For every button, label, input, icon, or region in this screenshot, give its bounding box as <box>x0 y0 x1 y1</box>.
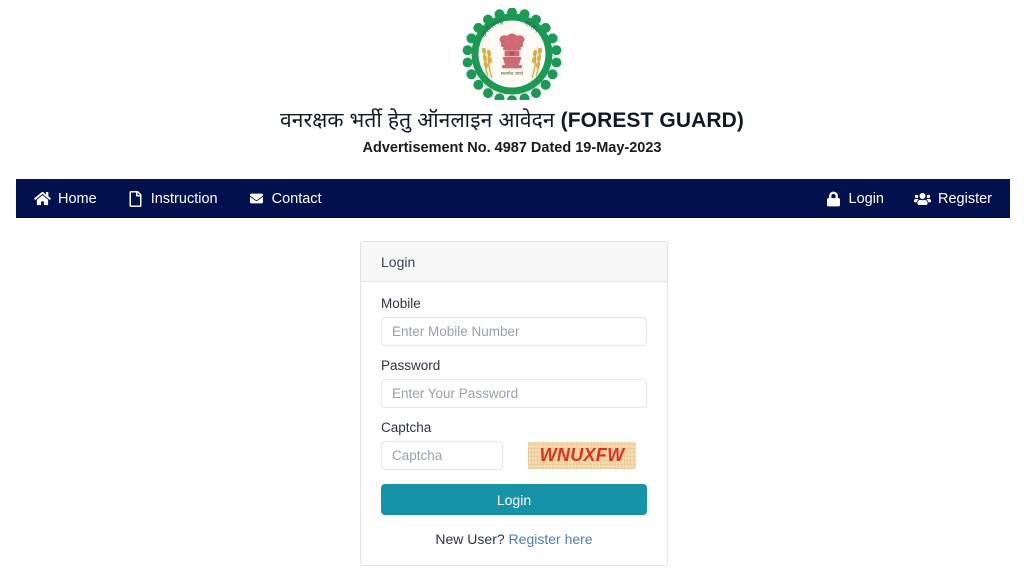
mobile-input[interactable] <box>381 317 647 346</box>
nav-item-home-label: Home <box>58 190 97 207</box>
mobile-field-group: Mobile <box>381 296 647 346</box>
nav-item-login[interactable]: Login <box>825 191 884 207</box>
nav-item-register[interactable]: Register <box>914 191 992 207</box>
nav-item-instruction[interactable]: Instruction <box>127 190 218 207</box>
advertisement-subtitle: Advertisement No. 4987 Dated 19-May-2023 <box>362 140 662 157</box>
nav-item-home[interactable]: Home <box>34 191 97 207</box>
page-header: छत्तीसगढ़ शासन सत्यमेव जयते वनरक्षक भर्त… <box>0 0 1024 156</box>
login-card-body: Mobile Password Captcha WNUXFW Login <box>361 282 667 565</box>
nav-item-login-label: Login <box>848 190 884 207</box>
navbar-left-group: Home Instruction Contact <box>34 190 352 207</box>
password-input[interactable] <box>381 379 647 408</box>
file-icon <box>127 190 144 207</box>
users-icon <box>914 191 931 207</box>
password-label: Password <box>381 358 441 373</box>
envelope-icon <box>248 191 265 207</box>
mobile-label: Mobile <box>381 296 421 311</box>
page-title-hindi: वनरक्षक भर्ती हेतु ऑनलाइन आवेदन <box>280 109 561 132</box>
captcha-field-group: Captcha WNUXFW <box>381 420 647 470</box>
login-card: Login Mobile Password Captcha WNUXFW <box>360 241 668 566</box>
lock-icon <box>825 191 842 207</box>
page-root: छत्तीसगढ़ शासन सत्यमेव जयते वनरक्षक भर्त… <box>0 0 1024 576</box>
navbar-right-group: Login Register <box>795 191 992 207</box>
captcha-image[interactable]: WNUXFW <box>528 442 636 469</box>
password-field-group: Password <box>381 358 647 408</box>
new-user-text: New User? <box>435 531 509 547</box>
login-submit-button[interactable]: Login <box>381 484 647 515</box>
captcha-label: Captcha <box>381 420 432 435</box>
nav-item-contact[interactable]: Contact <box>248 191 322 207</box>
captcha-image-text: WNUXFW <box>539 445 625 465</box>
nav-item-contact-label: Contact <box>271 190 322 207</box>
register-here-link[interactable]: Register here <box>509 531 593 547</box>
emblem-container: छत्तीसगढ़ शासन सत्यमेव जयते <box>452 6 572 102</box>
page-title-english: (FOREST GUARD) <box>560 109 744 132</box>
emblem-motto: सत्यमेव जयते <box>501 70 524 77</box>
new-user-prompt: New User? Register here <box>381 531 647 547</box>
main-navbar: Home Instruction Contact Login Register <box>16 179 1010 218</box>
captcha-input[interactable] <box>381 441 503 470</box>
nav-item-register-label: Register <box>938 190 992 207</box>
home-icon <box>34 191 51 207</box>
page-title: वनरक्षक भर्ती हेतु ऑनलाइन आवेदन (FOREST … <box>0 108 1024 134</box>
nav-item-instruction-label: Instruction <box>150 190 218 207</box>
login-card-header: Login <box>361 242 667 282</box>
captcha-row: WNUXFW <box>381 441 647 470</box>
chhattisgarh-government-emblem: छत्तीसगढ़ शासन सत्यमेव जयते <box>462 8 562 100</box>
